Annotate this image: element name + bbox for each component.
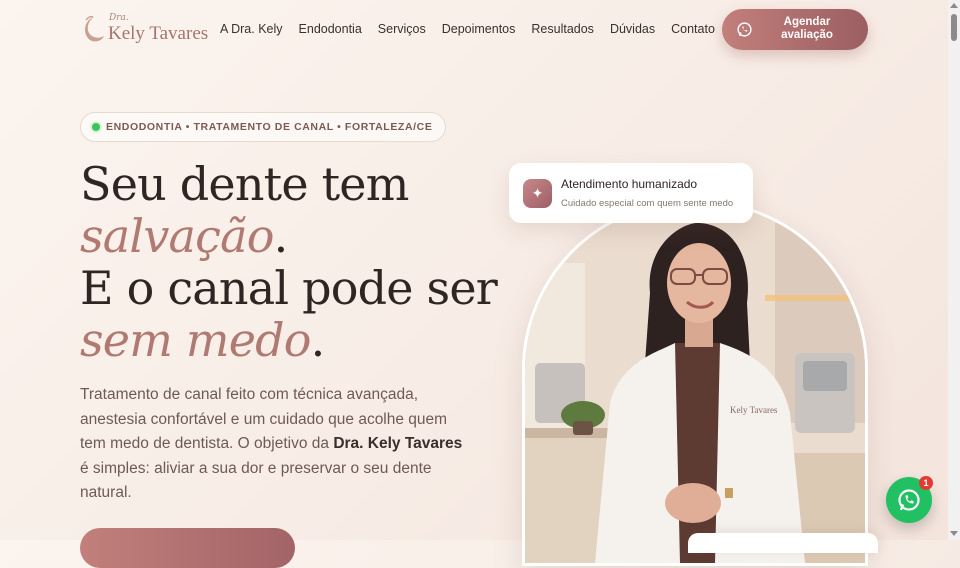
card-subtitle: Cuidado especial com quem sente medo bbox=[561, 198, 734, 209]
scroll-thumb[interactable] bbox=[951, 14, 957, 41]
schedule-button[interactable]: Agendar avaliação bbox=[722, 9, 868, 50]
doctor-photo: Kely Tavares bbox=[522, 200, 868, 566]
nav-link-servicos[interactable]: Serviços bbox=[378, 22, 426, 36]
nav-link-a-dra-kely[interactable]: A Dra. Kely bbox=[220, 22, 283, 36]
nav-link-contato[interactable]: Contato bbox=[671, 22, 715, 36]
card-title: Atendimento humanizado bbox=[561, 177, 698, 191]
secondary-info-card bbox=[688, 533, 878, 553]
headline-line-1: Seu dente tem bbox=[80, 157, 409, 211]
scroll-down-arrow-icon[interactable] bbox=[950, 531, 958, 536]
whatsapp-icon bbox=[898, 489, 920, 511]
hero-headline: Seu dente tem salvação. E o canal pode s… bbox=[80, 157, 498, 367]
logo[interactable]: Dra. Kely Tavares bbox=[80, 12, 209, 46]
notification-badge: 1 bbox=[919, 476, 933, 490]
whatsapp-icon bbox=[737, 22, 752, 37]
schedule-button-label: Agendar avaliação bbox=[781, 16, 833, 41]
headline-line-4: sem medo. bbox=[80, 313, 325, 367]
logo-name: Kely Tavares bbox=[108, 23, 209, 44]
badge-text: ENDODONTIA • TRATAMENTO DE CANAL • FORTA… bbox=[106, 121, 433, 133]
headline-line-2: salvação. bbox=[80, 209, 288, 263]
scroll-up-arrow-icon[interactable] bbox=[950, 3, 958, 8]
page-scrollbar[interactable] bbox=[948, 0, 960, 540]
main-nav: A Dra. Kely Endodontia Serviços Depoimen… bbox=[220, 22, 715, 36]
sparkle-icon: ✦ bbox=[523, 179, 552, 208]
humanized-care-card: ✦ Atendimento humanizado Cuidado especia… bbox=[509, 163, 753, 223]
logo-swirl-icon bbox=[85, 15, 104, 42]
hero-cta-button[interactable] bbox=[80, 528, 295, 568]
nav-link-endodontia[interactable]: Endodontia bbox=[299, 22, 362, 36]
doctor-name: Dra. Kely Tavares bbox=[333, 435, 463, 452]
logo-title-small: Dra. bbox=[109, 13, 129, 23]
headline-line-3: E o canal pode ser bbox=[80, 261, 498, 315]
nav-link-duvidas[interactable]: Dúvidas bbox=[610, 22, 655, 36]
location-badge: ENDODONTIA • TRATAMENTO DE CANAL • FORTA… bbox=[80, 112, 447, 142]
nav-link-depoimentos[interactable]: Depoimentos bbox=[442, 22, 516, 36]
status-dot bbox=[92, 123, 100, 131]
site-header: Dra. Kely Tavares A Dra. Kely Endodontia… bbox=[0, 0, 948, 60]
svg-text:Kely Tavares: Kely Tavares bbox=[730, 405, 778, 415]
hero-description: Tratamento de canal feito com técnica av… bbox=[80, 386, 463, 501]
nav-link-resultados[interactable]: Resultados bbox=[531, 22, 594, 36]
